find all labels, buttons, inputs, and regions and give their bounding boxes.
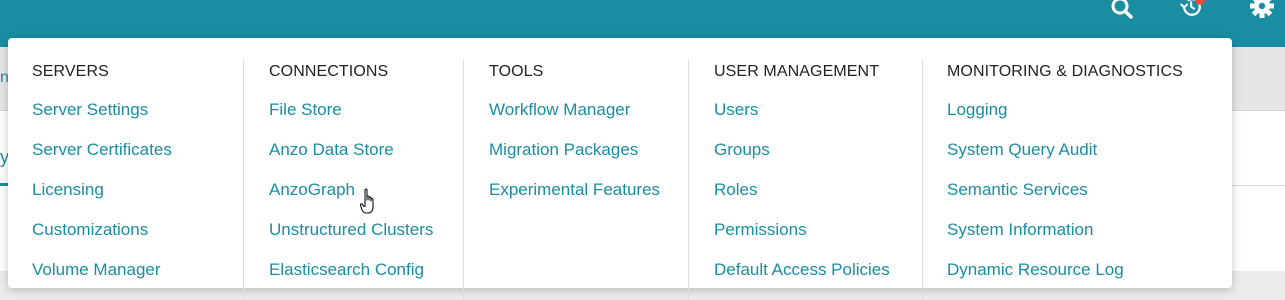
menu-item-system-information[interactable]: System Information	[947, 220, 1093, 240]
menu-item-file-store[interactable]: File Store	[269, 100, 342, 120]
hand-pointer-cursor-icon	[359, 188, 378, 216]
menu-item-experimental-features[interactable]: Experimental Features	[489, 180, 660, 200]
gear-icon[interactable]	[1249, 0, 1275, 20]
column-separator	[688, 60, 689, 300]
search-icon[interactable]	[1109, 0, 1135, 20]
menu-item-system-query-audit[interactable]: System Query Audit	[947, 140, 1097, 160]
column-heading: CONNECTIONS	[269, 63, 389, 80]
admin-menu: SERVERS Server Settings Server Certifica…	[8, 38, 1232, 300]
column-heading: MONITORING & DIAGNOSTICS	[947, 63, 1183, 80]
menu-column-servers: SERVERS Server Settings Server Certifica…	[32, 38, 244, 288]
menu-item-semantic-services[interactable]: Semantic Services	[947, 180, 1088, 200]
menu-column-monitoring-diagnostics: MONITORING & DIAGNOSTICS Logging System …	[922, 38, 1222, 300]
history-icon[interactable]	[1179, 0, 1205, 20]
column-heading: SERVERS	[32, 63, 109, 80]
menu-item-customizations[interactable]: Customizations	[32, 220, 148, 240]
menu-item-dynamic-resource-log[interactable]: Dynamic Resource Log	[947, 260, 1124, 280]
menu-column-connections: CONNECTIONS File Store Anzo Data Store A…	[243, 38, 463, 300]
menu-item-server-certificates[interactable]: Server Certificates	[32, 140, 172, 160]
menu-item-anzo-data-store[interactable]: Anzo Data Store	[269, 140, 394, 160]
menu-item-anzograph[interactable]: AnzoGraph	[269, 180, 355, 200]
column-heading: USER MANAGEMENT	[714, 63, 880, 80]
background-divider	[1232, 185, 1285, 186]
column-separator	[243, 60, 244, 300]
column-heading: TOOLS	[489, 63, 544, 80]
menu-item-roles[interactable]: Roles	[714, 180, 757, 200]
menu-item-licensing[interactable]: Licensing	[32, 180, 104, 200]
menu-item-workflow-manager[interactable]: Workflow Manager	[489, 100, 630, 120]
menu-item-logging[interactable]: Logging	[947, 100, 1008, 120]
menu-item-volume-manager[interactable]: Volume Manager	[32, 260, 161, 280]
menu-item-permissions[interactable]: Permissions	[714, 220, 807, 240]
menu-item-default-access-policies[interactable]: Default Access Policies	[714, 260, 890, 280]
menu-column-tools: TOOLS Workflow Manager Migration Package…	[463, 38, 688, 300]
menu-item-unstructured-clusters[interactable]: Unstructured Clusters	[269, 220, 433, 240]
menu-item-elasticsearch-config[interactable]: Elasticsearch Config	[269, 260, 424, 280]
menu-item-migration-packages[interactable]: Migration Packages	[489, 140, 638, 160]
notification-badge	[1194, 0, 1205, 5]
column-separator	[463, 60, 464, 300]
column-separator	[922, 60, 923, 300]
menu-item-users[interactable]: Users	[714, 100, 758, 120]
menu-item-server-settings[interactable]: Server Settings	[32, 100, 148, 120]
menu-column-user-management: USER MANAGEMENT Users Groups Roles Permi…	[688, 38, 922, 300]
menu-item-groups[interactable]: Groups	[714, 140, 770, 160]
